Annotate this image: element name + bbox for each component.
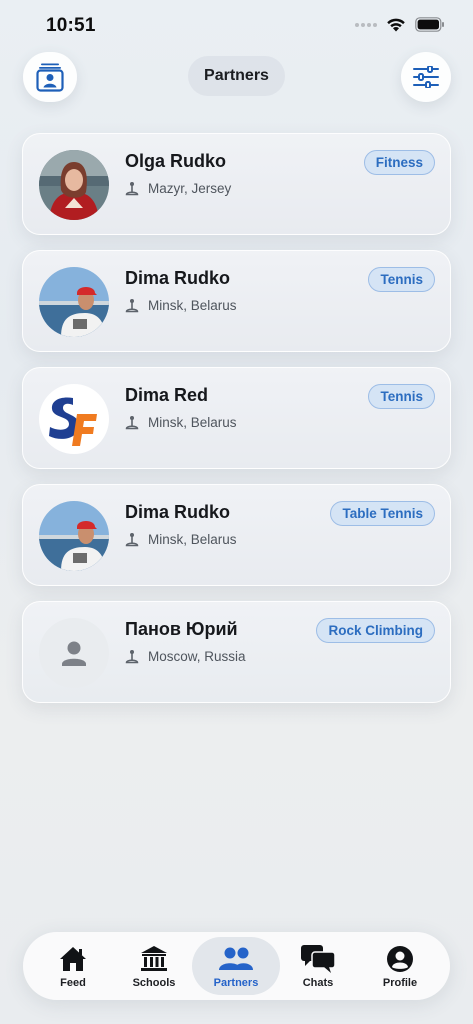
wifi-icon [387, 18, 405, 32]
sport-tag: Fitness [363, 150, 435, 175]
partner-location-text: Minsk, Belarus [148, 415, 237, 430]
sliders-icon [413, 66, 439, 88]
partner-card[interactable]: Dima Rudko Minsk, Belarus Table Tennis [22, 484, 451, 586]
sport-tag: Table Tennis [330, 501, 435, 526]
tab-profile[interactable]: Profile [356, 937, 444, 995]
cellular-signal-icon [355, 22, 377, 27]
sport-tag: Rock Climbing [316, 618, 435, 643]
location-pin-icon [125, 650, 139, 664]
partner-location: Minsk, Belarus [125, 532, 237, 547]
partner-name: Dima Rudko [125, 268, 231, 288]
avatar [39, 150, 109, 220]
tab-label: Chats [302, 977, 334, 989]
partner-location: Minsk, Belarus [125, 415, 237, 430]
partner-location-text: Minsk, Belarus [148, 298, 237, 313]
people-icon [219, 947, 253, 970]
house-icon [60, 947, 86, 971]
contact-card-icon [36, 63, 64, 92]
partner-name: Dima Red [125, 385, 209, 405]
person-circle-icon [387, 946, 413, 972]
location-pin-icon [125, 299, 139, 313]
location-pin-icon [125, 182, 139, 196]
partner-location: Mazyr, Jersey [125, 181, 231, 196]
status-bar: 10:51 [0, 0, 473, 52]
partner-location: Moscow, Russia [125, 649, 246, 664]
filter-button[interactable] [401, 52, 451, 102]
partner-card[interactable]: Olga Rudko Mazyr, Jersey Fitness [22, 133, 451, 235]
location-pin-icon [125, 533, 139, 547]
avatar [39, 501, 109, 571]
status-time: 10:51 [46, 15, 96, 36]
tab-label: Partners [213, 977, 259, 989]
contacts-book-button[interactable] [23, 52, 77, 102]
tab-chats[interactable]: Chats [274, 937, 362, 995]
sport-tag: Tennis [368, 384, 435, 409]
partner-location: Minsk, Belarus [125, 298, 237, 313]
tab-partners[interactable]: Partners [192, 937, 280, 995]
tab-label: Feed [60, 977, 86, 989]
tab-schools[interactable]: Schools [110, 937, 198, 995]
chat-bubbles-icon [301, 945, 336, 973]
partner-name: Olga Rudko [125, 151, 227, 171]
page-title: Partners [188, 56, 285, 96]
battery-icon [415, 17, 444, 32]
tab-bar: Feed Schools Partners Chats Profile [23, 932, 450, 1000]
partner-card[interactable]: Dima Red Minsk, Belarus Tennis [22, 367, 451, 469]
partner-name: Панов Юрий [125, 619, 238, 639]
partner-card[interactable]: Панов Юрий Moscow, Russia Rock Climbing [22, 601, 451, 703]
partner-name: Dima Rudko [125, 502, 231, 522]
avatar [39, 267, 109, 337]
avatar-placeholder [39, 618, 109, 688]
partner-location-text: Mazyr, Jersey [148, 181, 232, 196]
partner-card[interactable]: Dima Rudko Minsk, Belarus Tennis [22, 250, 451, 352]
tab-label: Schools [132, 977, 176, 989]
location-pin-icon [125, 416, 139, 430]
partner-location-text: Minsk, Belarus [148, 532, 237, 547]
status-icons [355, 17, 445, 32]
tab-label: Profile [382, 977, 418, 989]
sport-tag: Tennis [368, 267, 435, 292]
avatar-logo [39, 384, 109, 454]
partners-list: Olga Rudko Mazyr, Jersey Fitness Dima Ru… [22, 133, 451, 718]
tab-feed[interactable]: Feed [29, 937, 117, 995]
bank-icon [141, 946, 167, 971]
partner-location-text: Moscow, Russia [148, 649, 246, 664]
